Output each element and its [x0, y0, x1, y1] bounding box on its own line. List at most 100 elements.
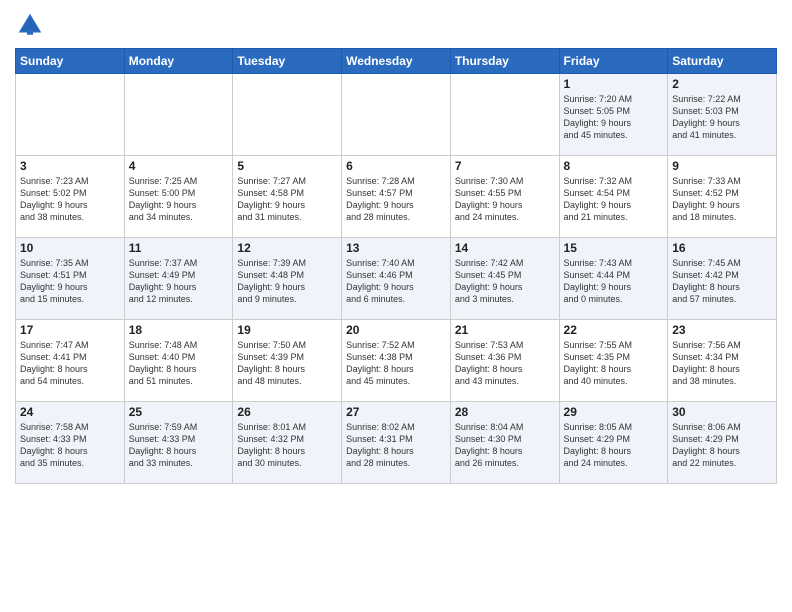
- calendar-cell: 5 Sunrise: 7:27 AM Sunset: 4:58 PM Daylig…: [233, 156, 342, 238]
- week-row-3: 17Sunrise: 7:47 AM Sunset: 4:41 PM Dayli…: [16, 320, 777, 402]
- day-info: Sunrise: 7:33 AM Sunset: 4:52 PM Dayligh…: [672, 175, 772, 224]
- day-info: Sunrise: 8:02 AM Sunset: 4:31 PM Dayligh…: [346, 421, 446, 470]
- calendar-cell: 26 Sunrise: 8:01 AM Sunset: 4:32 PM Dayli…: [233, 402, 342, 484]
- day-info: Sunrise: 7:27 AM Sunset: 4:58 PM Dayligh…: [237, 175, 337, 224]
- calendar-cell: 27 Sunrise: 8:02 AM Sunset: 4:31 PM Dayli…: [342, 402, 451, 484]
- calendar-cell: 15 Sunrise: 7:43 AM Sunset: 4:44 PM Dayli…: [559, 238, 668, 320]
- day-info: Sunrise: 8:01 AM Sunset: 4:32 PM Dayligh…: [237, 421, 337, 470]
- calendar-cell: 9 Sunrise: 7:33 AM Sunset: 4:52 PM Daylig…: [668, 156, 777, 238]
- day-number: 21: [455, 323, 555, 337]
- day-info: Sunrise: 7:50 AM Sunset: 4:39 PM Dayligh…: [237, 339, 337, 388]
- day-number: 25: [129, 405, 229, 419]
- calendar-cell: [16, 74, 125, 156]
- calendar-cell: 2 Sunrise: 7:22 AM Sunset: 5:03 PM Daylig…: [668, 74, 777, 156]
- day-info: Sunrise: 7:42 AM Sunset: 4:45 PM Dayligh…: [455, 257, 555, 306]
- calendar: SundayMondayTuesdayWednesdayThursdayFrid…: [15, 48, 777, 484]
- calendar-cell: 25 Sunrise: 7:59 AM Sunset: 4:33 PM Dayli…: [124, 402, 233, 484]
- day-number: 23: [672, 323, 772, 337]
- day-info: Sunrise: 7:43 AM Sunset: 4:44 PM Dayligh…: [564, 257, 664, 306]
- day-info: Sunrise: 7:37 AM Sunset: 4:49 PM Dayligh…: [129, 257, 229, 306]
- day-info: Sunrise: 8:05 AM Sunset: 4:29 PM Dayligh…: [564, 421, 664, 470]
- day-number: 10: [20, 241, 120, 255]
- calendar-cell: 14 Sunrise: 7:42 AM Sunset: 4:45 PM Dayli…: [450, 238, 559, 320]
- calendar-cell: 16Sunrise: 7:45 AM Sunset: 4:42 PM Dayli…: [668, 238, 777, 320]
- day-info: Sunrise: 7:22 AM Sunset: 5:03 PM Dayligh…: [672, 93, 772, 142]
- calendar-cell: 6 Sunrise: 7:28 AM Sunset: 4:57 PM Daylig…: [342, 156, 451, 238]
- day-number: 19: [237, 323, 337, 337]
- week-row-2: 10 Sunrise: 7:35 AM Sunset: 4:51 PM Dayli…: [16, 238, 777, 320]
- calendar-cell: 12 Sunrise: 7:39 AM Sunset: 4:48 PM Dayli…: [233, 238, 342, 320]
- day-info: Sunrise: 7:53 AM Sunset: 4:36 PM Dayligh…: [455, 339, 555, 388]
- calendar-cell: 17Sunrise: 7:47 AM Sunset: 4:41 PM Dayli…: [16, 320, 125, 402]
- day-number: 26: [237, 405, 337, 419]
- calendar-cell: 13 Sunrise: 7:40 AM Sunset: 4:46 PM Dayli…: [342, 238, 451, 320]
- day-number: 4: [129, 159, 229, 173]
- calendar-cell: [124, 74, 233, 156]
- calendar-cell: 24Sunrise: 7:58 AM Sunset: 4:33 PM Dayli…: [16, 402, 125, 484]
- calendar-cell: 8 Sunrise: 7:32 AM Sunset: 4:54 PM Daylig…: [559, 156, 668, 238]
- calendar-cell: 4 Sunrise: 7:25 AM Sunset: 5:00 PM Daylig…: [124, 156, 233, 238]
- logo: [15, 10, 47, 40]
- day-info: Sunrise: 7:59 AM Sunset: 4:33 PM Dayligh…: [129, 421, 229, 470]
- day-number: 22: [564, 323, 664, 337]
- day-info: Sunrise: 7:40 AM Sunset: 4:46 PM Dayligh…: [346, 257, 446, 306]
- calendar-cell: 23 Sunrise: 7:56 AM Sunset: 4:34 PM Dayli…: [668, 320, 777, 402]
- day-number: 24: [20, 405, 120, 419]
- day-number: 29: [564, 405, 664, 419]
- weekday-header-wednesday: Wednesday: [342, 49, 451, 74]
- day-number: 15: [564, 241, 664, 255]
- week-row-0: 1 Sunrise: 7:20 AM Sunset: 5:05 PM Daylig…: [16, 74, 777, 156]
- calendar-cell: 22Sunrise: 7:55 AM Sunset: 4:35 PM Dayli…: [559, 320, 668, 402]
- day-number: 5: [237, 159, 337, 173]
- day-info: Sunrise: 7:28 AM Sunset: 4:57 PM Dayligh…: [346, 175, 446, 224]
- day-number: 13: [346, 241, 446, 255]
- weekday-header-row: SundayMondayTuesdayWednesdayThursdayFrid…: [16, 49, 777, 74]
- calendar-cell: 18 Sunrise: 7:48 AM Sunset: 4:40 PM Dayli…: [124, 320, 233, 402]
- calendar-cell: 1 Sunrise: 7:20 AM Sunset: 5:05 PM Daylig…: [559, 74, 668, 156]
- day-info: Sunrise: 7:35 AM Sunset: 4:51 PM Dayligh…: [20, 257, 120, 306]
- day-info: Sunrise: 7:39 AM Sunset: 4:48 PM Dayligh…: [237, 257, 337, 306]
- day-number: 28: [455, 405, 555, 419]
- calendar-cell: [233, 74, 342, 156]
- day-info: Sunrise: 7:32 AM Sunset: 4:54 PM Dayligh…: [564, 175, 664, 224]
- calendar-cell: 30 Sunrise: 8:06 AM Sunset: 4:29 PM Dayli…: [668, 402, 777, 484]
- weekday-header-thursday: Thursday: [450, 49, 559, 74]
- day-number: 30: [672, 405, 772, 419]
- day-number: 1: [564, 77, 664, 91]
- weekday-header-tuesday: Tuesday: [233, 49, 342, 74]
- day-info: Sunrise: 7:25 AM Sunset: 5:00 PM Dayligh…: [129, 175, 229, 224]
- weekday-header-friday: Friday: [559, 49, 668, 74]
- calendar-cell: 7Sunrise: 7:30 AM Sunset: 4:55 PM Daylig…: [450, 156, 559, 238]
- calendar-cell: [342, 74, 451, 156]
- calendar-cell: 11 Sunrise: 7:37 AM Sunset: 4:49 PM Dayli…: [124, 238, 233, 320]
- day-info: Sunrise: 7:20 AM Sunset: 5:05 PM Dayligh…: [564, 93, 664, 142]
- calendar-cell: 19 Sunrise: 7:50 AM Sunset: 4:39 PM Dayli…: [233, 320, 342, 402]
- day-number: 12: [237, 241, 337, 255]
- calendar-cell: 28 Sunrise: 8:04 AM Sunset: 4:30 PM Dayli…: [450, 402, 559, 484]
- page: SundayMondayTuesdayWednesdayThursdayFrid…: [0, 0, 792, 612]
- day-info: Sunrise: 7:56 AM Sunset: 4:34 PM Dayligh…: [672, 339, 772, 388]
- day-number: 2: [672, 77, 772, 91]
- day-number: 20: [346, 323, 446, 337]
- day-number: 11: [129, 241, 229, 255]
- day-number: 27: [346, 405, 446, 419]
- day-number: 14: [455, 241, 555, 255]
- day-number: 9: [672, 159, 772, 173]
- day-number: 7: [455, 159, 555, 173]
- calendar-cell: 10 Sunrise: 7:35 AM Sunset: 4:51 PM Dayli…: [16, 238, 125, 320]
- day-number: 17: [20, 323, 120, 337]
- day-number: 16: [672, 241, 772, 255]
- calendar-cell: 20 Sunrise: 7:52 AM Sunset: 4:38 PM Dayli…: [342, 320, 451, 402]
- calendar-cell: 21 Sunrise: 7:53 AM Sunset: 4:36 PM Dayli…: [450, 320, 559, 402]
- week-row-4: 24Sunrise: 7:58 AM Sunset: 4:33 PM Dayli…: [16, 402, 777, 484]
- day-info: Sunrise: 7:52 AM Sunset: 4:38 PM Dayligh…: [346, 339, 446, 388]
- week-row-1: 3Sunrise: 7:23 AM Sunset: 5:02 PM Daylig…: [16, 156, 777, 238]
- day-info: Sunrise: 8:04 AM Sunset: 4:30 PM Dayligh…: [455, 421, 555, 470]
- day-info: Sunrise: 8:06 AM Sunset: 4:29 PM Dayligh…: [672, 421, 772, 470]
- day-number: 8: [564, 159, 664, 173]
- header: [15, 10, 777, 40]
- calendar-cell: 3Sunrise: 7:23 AM Sunset: 5:02 PM Daylig…: [16, 156, 125, 238]
- day-info: Sunrise: 7:48 AM Sunset: 4:40 PM Dayligh…: [129, 339, 229, 388]
- day-number: 6: [346, 159, 446, 173]
- day-number: 18: [129, 323, 229, 337]
